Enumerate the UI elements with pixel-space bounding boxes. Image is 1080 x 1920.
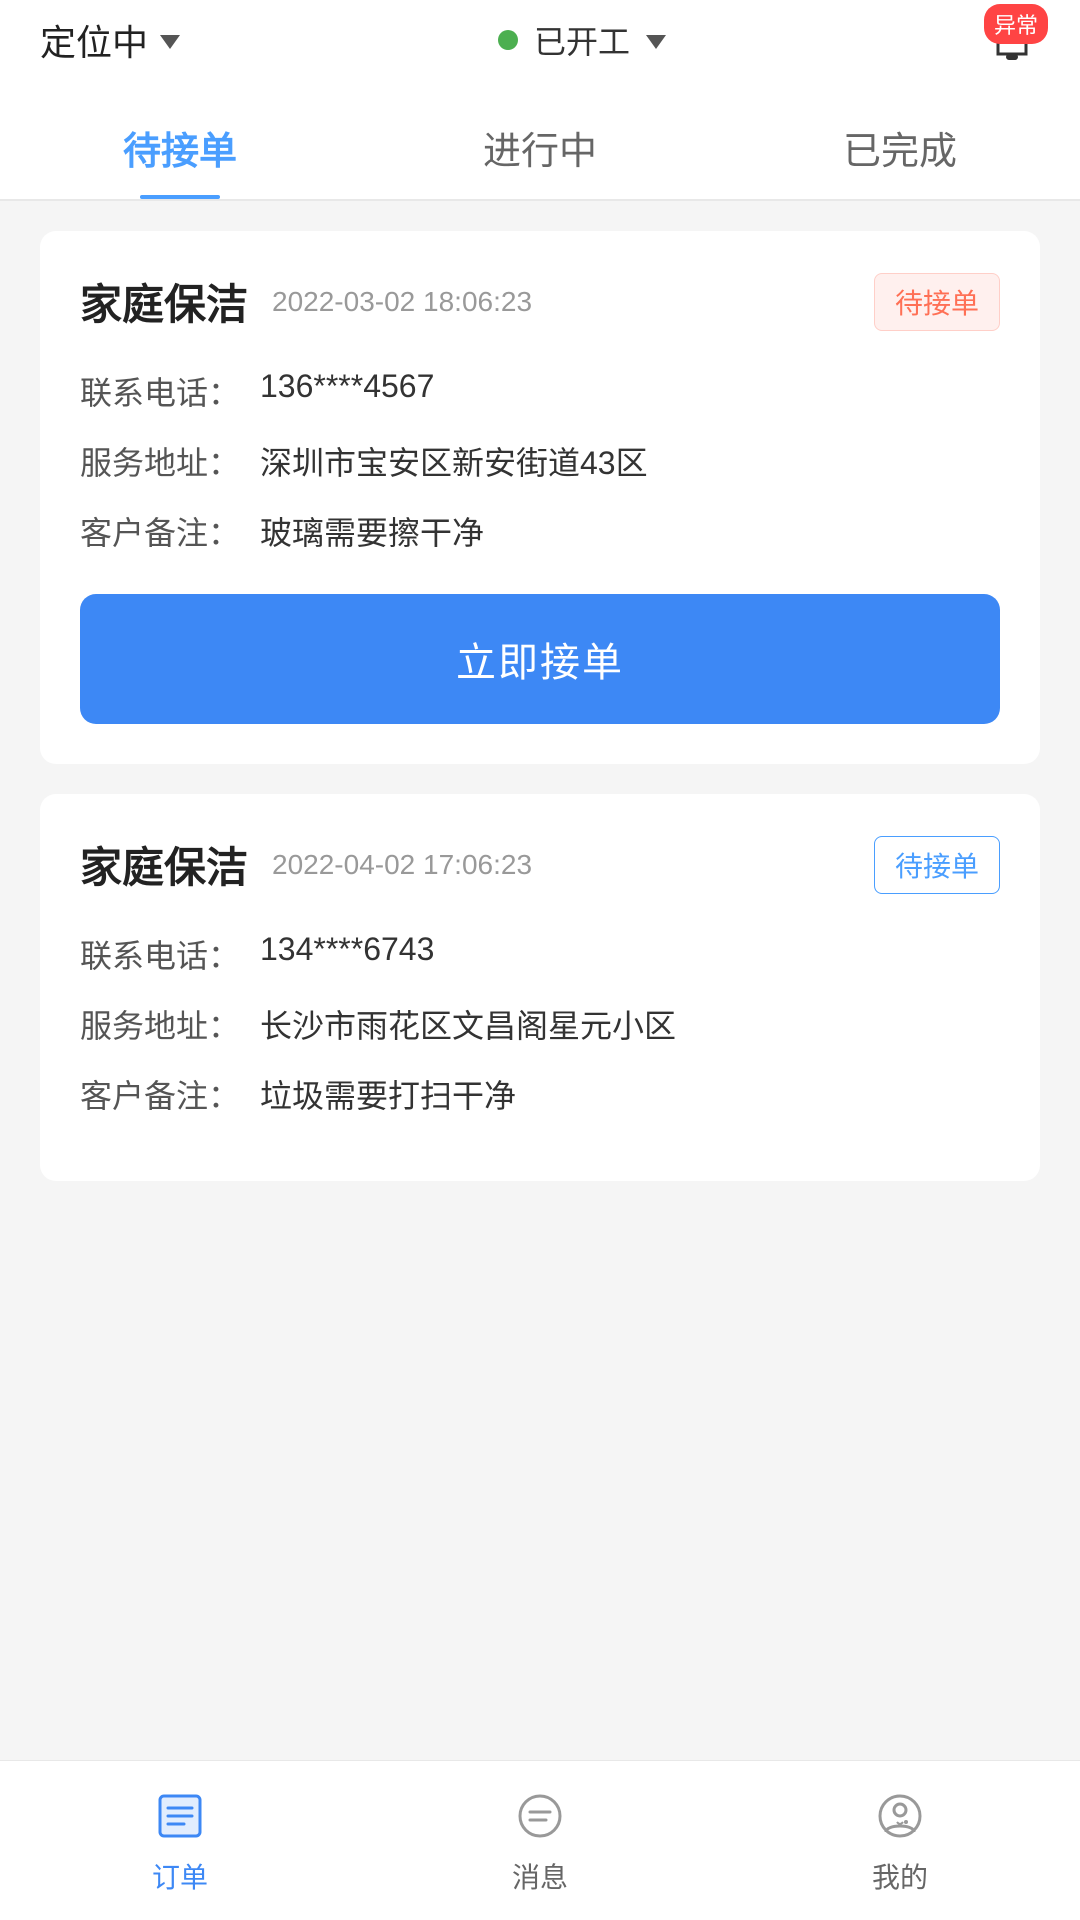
order-status-badge-2: 待接单: [874, 836, 1000, 894]
location-area[interactable]: 定位中: [40, 14, 180, 66]
address-row-2: 服务地址： 长沙市雨花区文昌阁星元小区: [80, 1001, 1000, 1047]
phone-row-1: 联系电话： 136****4567: [80, 368, 1000, 414]
address-value-2: 长沙市雨花区文昌阁星元小区: [260, 1001, 676, 1047]
order-type-2: 家庭保洁: [80, 834, 248, 895]
orders-icon: [150, 1786, 210, 1846]
nav-messages-label: 消息: [512, 1856, 568, 1896]
online-dot-icon: [498, 30, 518, 50]
nav-orders-label: 订单: [152, 1856, 208, 1896]
order-header-left-2: 家庭保洁 2022-04-02 17:06:23: [80, 834, 532, 895]
phone-value-1: 136****4567: [260, 368, 434, 405]
header: 定位中 已开工 异常: [0, 0, 1080, 80]
order-type-1: 家庭保洁: [80, 271, 248, 332]
remark-label-2: 客户备注：: [80, 1071, 260, 1117]
nav-mine-label: 我的: [872, 1856, 928, 1896]
phone-label-2: 联系电话：: [80, 931, 260, 977]
order-info-2: 联系电话： 134****6743 服务地址： 长沙市雨花区文昌阁星元小区 客户…: [80, 931, 1000, 1117]
tab-in-progress[interactable]: 进行中: [360, 80, 720, 199]
tab-completed[interactable]: 已完成: [720, 80, 1080, 199]
remark-label-1: 客户备注：: [80, 508, 260, 554]
tab-pending-label: 待接单: [123, 120, 237, 175]
tabs-container: 待接单 进行中 已完成: [0, 80, 1080, 201]
bottom-nav: 订单 消息 我的: [0, 1760, 1080, 1920]
tab-pending-underline: [140, 195, 220, 199]
phone-label-1: 联系电话：: [80, 368, 260, 414]
order-time-2: 2022-04-02 17:06:23: [272, 849, 532, 881]
work-status-area[interactable]: 已开工: [498, 17, 666, 63]
accept-order-button-1[interactable]: 立即接单: [80, 594, 1000, 724]
order-header-2: 家庭保洁 2022-04-02 17:06:23 待接单: [80, 834, 1000, 895]
order-status-badge-1: 待接单: [874, 273, 1000, 331]
address-label-1: 服务地址：: [80, 438, 260, 484]
remark-value-1: 玻璃需要擦干净: [260, 508, 484, 554]
order-time-1: 2022-03-02 18:06:23: [272, 286, 532, 318]
phone-value-2: 134****6743: [260, 931, 434, 968]
work-status-text: 已开工: [534, 17, 630, 63]
mine-icon: [870, 1786, 930, 1846]
tab-pending[interactable]: 待接单: [0, 80, 360, 199]
remark-row-1: 客户备注： 玻璃需要擦干净: [80, 508, 1000, 554]
abnormal-badge: 异常: [984, 4, 1048, 44]
phone-row-2: 联系电话： 134****6743: [80, 931, 1000, 977]
notification-area[interactable]: 异常: [984, 12, 1040, 68]
nav-item-orders[interactable]: 订单: [150, 1786, 210, 1896]
messages-icon: [510, 1786, 570, 1846]
remark-value-2: 垃圾需要打扫干净: [260, 1071, 516, 1117]
location-text: 定位中: [40, 14, 148, 66]
nav-item-messages[interactable]: 消息: [510, 1786, 570, 1896]
order-header-left-1: 家庭保洁 2022-03-02 18:06:23: [80, 271, 532, 332]
order-card-1: 家庭保洁 2022-03-02 18:06:23 待接单 联系电话： 136**…: [40, 231, 1040, 764]
remark-row-2: 客户备注： 垃圾需要打扫干净: [80, 1071, 1000, 1117]
address-value-1: 深圳市宝安区新安街道43区: [260, 438, 648, 484]
order-header-1: 家庭保洁 2022-03-02 18:06:23 待接单: [80, 271, 1000, 332]
tab-in-progress-label: 进行中: [483, 120, 597, 175]
nav-item-mine[interactable]: 我的: [870, 1786, 930, 1896]
address-label-2: 服务地址：: [80, 1001, 260, 1047]
work-status-arrow-icon: [646, 35, 666, 49]
location-arrow-icon: [160, 35, 180, 49]
order-info-1: 联系电话： 136****4567 服务地址： 深圳市宝安区新安街道43区 客户…: [80, 368, 1000, 554]
content-area: 家庭保洁 2022-03-02 18:06:23 待接单 联系电话： 136**…: [0, 201, 1080, 1701]
order-card-2: 家庭保洁 2022-04-02 17:06:23 待接单 联系电话： 134**…: [40, 794, 1040, 1181]
address-row-1: 服务地址： 深圳市宝安区新安街道43区: [80, 438, 1000, 484]
tab-completed-label: 已完成: [843, 120, 957, 175]
